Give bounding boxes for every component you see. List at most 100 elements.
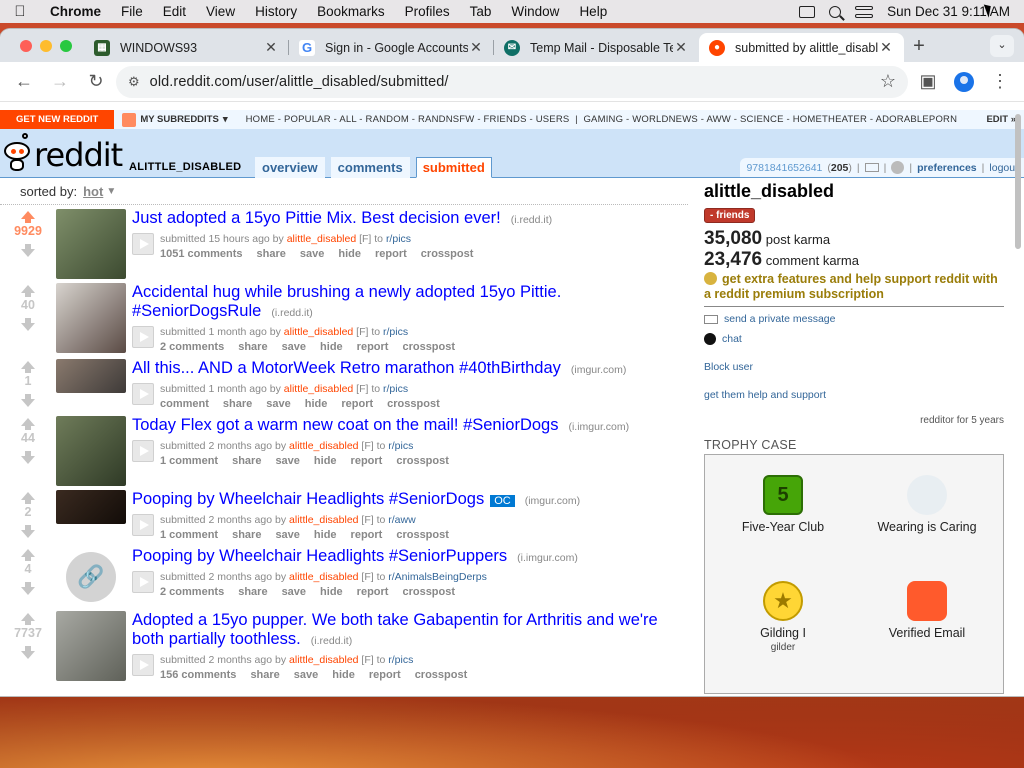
post-domain[interactable]: (imgur.com) xyxy=(571,364,626,376)
downvote-arrow-icon[interactable] xyxy=(21,318,35,331)
post-thumbnail[interactable]: 🔗 xyxy=(56,547,126,607)
crosspost-button[interactable]: crosspost xyxy=(402,341,455,353)
sr-link-home[interactable]: HOME xyxy=(246,114,275,125)
downvote-arrow-icon[interactable] xyxy=(21,244,35,257)
forward-button[interactable]: → xyxy=(44,66,76,98)
share-button[interactable]: share xyxy=(232,529,261,541)
expando-button[interactable] xyxy=(132,514,154,536)
crosspost-button[interactable]: crosspost xyxy=(415,669,468,681)
chat-link[interactable]: chat xyxy=(704,333,1004,345)
bookmark-star-icon[interactable]: ☆ xyxy=(880,71,896,92)
post-thumbnail[interactable] xyxy=(56,359,126,393)
expando-button[interactable] xyxy=(132,383,154,405)
comments-link[interactable]: comment xyxy=(160,398,209,410)
post-subreddit-link[interactable]: r/pics xyxy=(388,440,413,452)
post-author-link[interactable]: alittle_disabled xyxy=(289,440,358,452)
side-panel-icon[interactable]: ▣ xyxy=(912,66,944,98)
share-button[interactable]: share xyxy=(238,586,267,598)
post-title-link[interactable]: Accidental hug while brushing a newly ad… xyxy=(132,283,561,320)
sr-link-friends[interactable]: FRIENDS xyxy=(484,114,527,125)
crosspost-button[interactable]: crosspost xyxy=(396,455,449,467)
send-message-link[interactable]: send a private message xyxy=(704,313,1004,325)
close-tab-icon[interactable]: ✕ xyxy=(878,39,894,56)
post-subreddit-link[interactable]: r/aww xyxy=(388,514,415,526)
post-author-link[interactable]: alittle_disabled xyxy=(284,326,353,338)
hide-button[interactable]: hide xyxy=(332,669,355,681)
new-tab-button[interactable]: + xyxy=(904,33,934,62)
upvote-arrow-icon[interactable] xyxy=(21,361,35,373)
upvote-arrow-icon[interactable] xyxy=(21,613,35,625)
apple-icon[interactable]:  xyxy=(0,3,40,20)
post-subreddit-link[interactable]: r/pics xyxy=(383,383,408,395)
reload-button[interactable]: ↻ xyxy=(80,66,112,98)
save-button[interactable]: save xyxy=(266,398,290,410)
close-window-button[interactable] xyxy=(20,39,32,52)
upvote-arrow-icon[interactable] xyxy=(21,285,35,297)
post-subreddit-link[interactable]: r/AnimalsBeingDerps xyxy=(388,571,487,583)
post-title-link[interactable]: Pooping by Wheelchair Headlights #Senior… xyxy=(132,547,507,565)
post-author-link[interactable]: alittle_disabled xyxy=(287,233,356,245)
upvote-arrow-icon[interactable] xyxy=(21,549,35,561)
my-subreddits-dropdown[interactable]: MY SUBREDDITS ▾ xyxy=(114,112,235,127)
upvote-arrow-icon[interactable] xyxy=(21,418,35,430)
menu-profiles[interactable]: Profiles xyxy=(395,4,460,19)
post-title-link[interactable]: Adopted a 15yo pupper. We both take Gaba… xyxy=(132,611,658,648)
sr-link-hometheater[interactable]: HOMETHEATER xyxy=(793,114,867,125)
screen-mirroring-icon[interactable] xyxy=(799,5,816,18)
report-button[interactable]: report xyxy=(369,669,401,681)
site-info-icon[interactable]: ⚙ xyxy=(128,74,140,90)
sr-link-adorableporn[interactable]: ADORABLEPORN xyxy=(876,114,958,125)
post-thumbnail[interactable] xyxy=(56,416,126,486)
trophy-gilding[interactable]: ★ Gilding I gilder xyxy=(713,581,853,653)
sr-link-science[interactable]: SCIENCE xyxy=(740,114,784,125)
url-text[interactable]: old.reddit.com/user/alittle_disabled/sub… xyxy=(150,74,870,90)
close-tab-icon[interactable]: ✕ xyxy=(263,39,279,56)
share-button[interactable]: share xyxy=(238,341,267,353)
control-center-icon[interactable] xyxy=(855,5,874,18)
mail-icon[interactable] xyxy=(864,163,879,172)
post-domain[interactable]: (i.redd.it) xyxy=(511,214,552,226)
downvote-arrow-icon[interactable] xyxy=(21,394,35,407)
menu-bookmarks[interactable]: Bookmarks xyxy=(307,4,395,19)
help-support-link[interactable]: get them help and support xyxy=(704,389,1004,401)
sr-link-all[interactable]: ALL xyxy=(339,114,356,125)
upvote-arrow-icon[interactable] xyxy=(21,492,35,504)
menu-tab[interactable]: Tab xyxy=(460,4,502,19)
sr-link-randnsfw[interactable]: RANDNSFW xyxy=(418,114,475,125)
downvote-arrow-icon[interactable] xyxy=(21,525,35,538)
comments-link[interactable]: 1 comment xyxy=(160,455,218,467)
hide-button[interactable]: hide xyxy=(338,248,361,260)
expando-button[interactable] xyxy=(132,233,154,255)
post-domain[interactable]: (i.redd.it) xyxy=(271,307,312,319)
get-new-reddit-link[interactable]: GET NEW REDDIT xyxy=(0,110,115,129)
zoom-window-button[interactable] xyxy=(60,39,72,52)
preferences-link[interactable]: preferences xyxy=(917,162,977,174)
post-thumbnail[interactable] xyxy=(56,283,126,353)
post-title-link[interactable]: Today Flex got a warm new coat on the ma… xyxy=(132,416,558,434)
save-button[interactable]: save xyxy=(275,529,299,541)
post-author-link[interactable]: alittle_disabled xyxy=(289,571,358,583)
sr-link-random[interactable]: RANDOM xyxy=(366,114,409,125)
crosspost-button[interactable]: crosspost xyxy=(402,586,455,598)
reddit-logo[interactable]: reddit xyxy=(2,132,123,172)
save-button[interactable]: save xyxy=(294,669,318,681)
crosspost-button[interactable]: crosspost xyxy=(421,248,474,260)
chat-icon[interactable] xyxy=(891,161,905,174)
hide-button[interactable]: hide xyxy=(320,341,343,353)
menu-history[interactable]: History xyxy=(245,4,307,19)
crosspost-button[interactable]: crosspost xyxy=(387,398,440,410)
menu-app-name[interactable]: Chrome xyxy=(40,4,111,19)
premium-promo[interactable]: get extra features and help support redd… xyxy=(704,272,1004,307)
report-button[interactable]: report xyxy=(375,248,407,260)
post-title-link[interactable]: All this... AND a MotorWeek Retro marath… xyxy=(132,359,561,377)
post-author-link[interactable]: alittle_disabled xyxy=(289,654,358,666)
sr-link-worldnews[interactable]: WORLDNEWS xyxy=(632,114,698,125)
report-button[interactable]: report xyxy=(351,529,383,541)
save-button[interactable]: save xyxy=(275,455,299,467)
back-button[interactable]: ← xyxy=(8,66,40,98)
post-subreddit-link[interactable]: r/pics xyxy=(386,233,411,245)
trophy-five-year-club[interactable]: 5 Five-Year Club xyxy=(713,475,853,534)
sort-dropdown[interactable]: hot xyxy=(83,184,103,199)
post-thumbnail[interactable] xyxy=(56,209,126,279)
tab-windows93[interactable]: ▦ WINDOWS93 ✕ xyxy=(84,33,289,62)
